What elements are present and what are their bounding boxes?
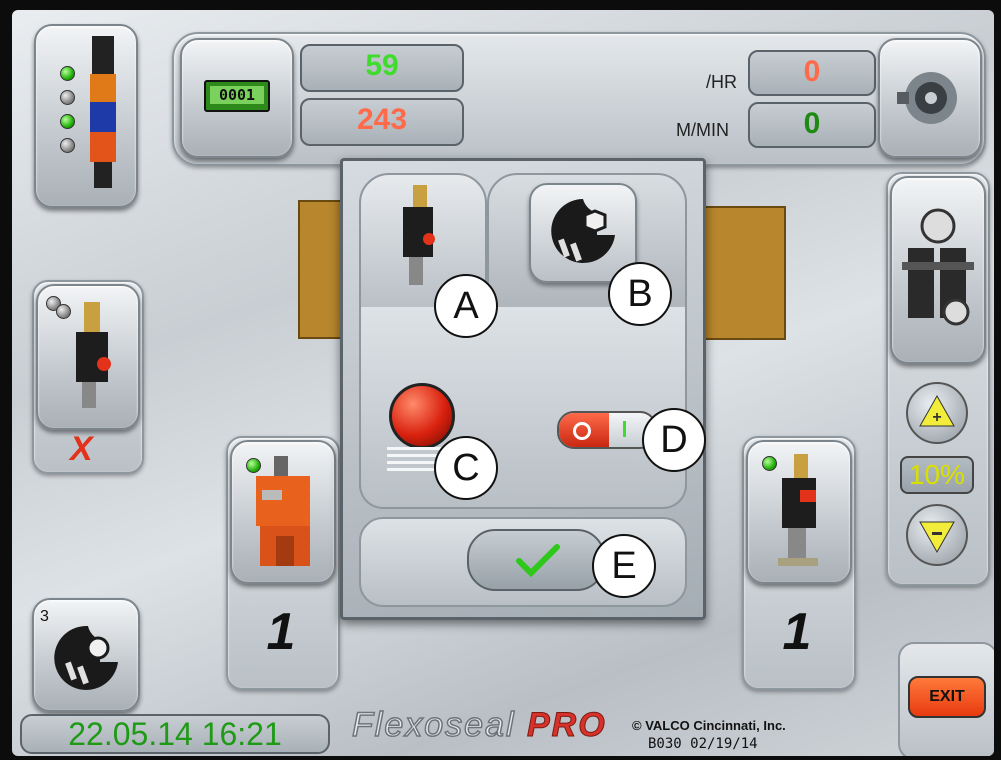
copyright-text: © VALCO Cincinnati, Inc. [632,718,786,733]
stack-led-4 [60,138,75,153]
stack-led-3 [60,114,75,129]
callout-e: E [592,534,656,598]
orange-valve-icon [256,456,310,566]
callout-c: C [434,436,498,500]
counter-reset-button[interactable]: 0001 [180,38,294,158]
right-lane-count: 1 [782,603,812,661]
dialog-settings-area [359,307,687,509]
increase-button[interactable]: + [906,382,968,444]
brand-name-part1: Flexoseal [351,705,516,745]
toggle-off-side [559,413,609,447]
wrench-icon [54,625,118,690]
confirm-button[interactable] [467,529,605,591]
stack-light-button[interactable] [34,24,138,208]
air-regulator-icon [902,208,974,326]
motor-button[interactable] [878,38,982,158]
air-regulator-button[interactable] [890,176,986,364]
stack-led-2 [60,90,75,105]
speed-value-display: 0 [748,102,876,148]
wrench-icon [551,199,615,263]
left-valve-button[interactable] [36,284,140,430]
valve-icon [76,302,111,408]
rate-label: /HR [706,72,737,92]
red-button-icon[interactable] [389,383,455,449]
hmi-screen: 0001 59 243 /HR 0 M/MIN 0 X 1 1 + 10% 3 … [12,10,994,756]
rate-value-display: 0 [748,50,876,96]
brand-logo: Flexoseal PRO [351,705,607,745]
left-lane-count: 1 [266,603,296,661]
decrease-button[interactable] [906,504,968,566]
version-text: B030 02/19/14 [648,736,758,752]
motor-icon [897,72,957,124]
reject-count-display: 243 [300,98,464,146]
digital-counter-value: 0001 [210,86,264,104]
datetime-display: 22.05.14 16:21 [20,714,330,754]
exit-button[interactable]: EXIT [908,676,986,718]
left-lane-valve-button[interactable] [230,440,336,584]
arrow-down-icon [919,521,955,554]
right-lane-valve-button[interactable] [746,440,852,584]
valve-icon [403,185,435,285]
callout-d: D [642,408,706,472]
toggle-off-icon [573,422,591,440]
callout-b: B [608,262,672,326]
maintenance-button[interactable]: 3 [32,598,140,712]
speed-label: M/MIN [676,120,729,140]
stack-light-icon [90,36,116,188]
valve-icon [778,454,818,566]
callout-a: A [434,274,498,338]
checkmark-icon [516,544,560,578]
good-count-display: 59 [300,44,464,92]
left-valve-status-x: X [70,430,93,468]
adjust-percent-display: 10% [900,456,974,494]
digital-counter-display: 0001 [204,80,270,112]
toggle-on-icon [623,421,626,437]
svg-text:+: + [932,409,941,426]
arrow-up-icon: + [919,394,955,427]
stack-led-1 [60,66,75,81]
brand-name-part2: PRO [526,706,607,745]
